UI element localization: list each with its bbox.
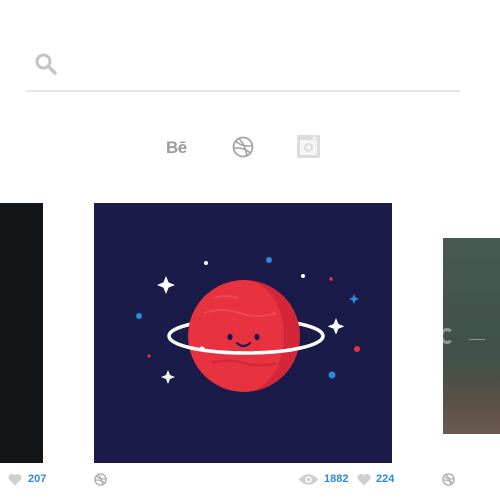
search-input[interactable] [68,48,448,82]
instagram-icon[interactable] [297,135,320,158]
dribbble-icon [94,472,107,486]
planet-illustration [136,257,360,392]
search-bar [26,40,460,92]
search-icon[interactable] [34,52,58,76]
like-count: 224 [376,473,395,485]
like-count-left[interactable]: 207 [8,470,46,488]
view-count: 1882 [324,473,349,485]
dribbble-icon[interactable] [232,136,254,158]
shot-card-right[interactable] [443,238,500,434]
partial-logo-glyph [443,328,454,344]
partial-logo-line [469,339,485,340]
dribbble-icon [442,472,455,486]
shot-card-left[interactable] [0,203,43,463]
like-count: 207 [28,473,47,485]
social-links: Bē [0,132,500,164]
heart-icon [357,473,371,485]
view-count-main: 1882 [298,470,348,488]
shot-stats: 207 1882 224 [0,470,500,490]
shot-card-planet[interactable] [94,203,392,463]
like-count-main[interactable]: 224 [357,470,394,488]
dribbble-link-main[interactable] [94,470,107,488]
heart-icon [8,473,22,485]
dribbble-link-right[interactable] [442,470,455,488]
eye-icon [298,473,319,485]
behance-icon[interactable]: Bē [166,138,187,158]
